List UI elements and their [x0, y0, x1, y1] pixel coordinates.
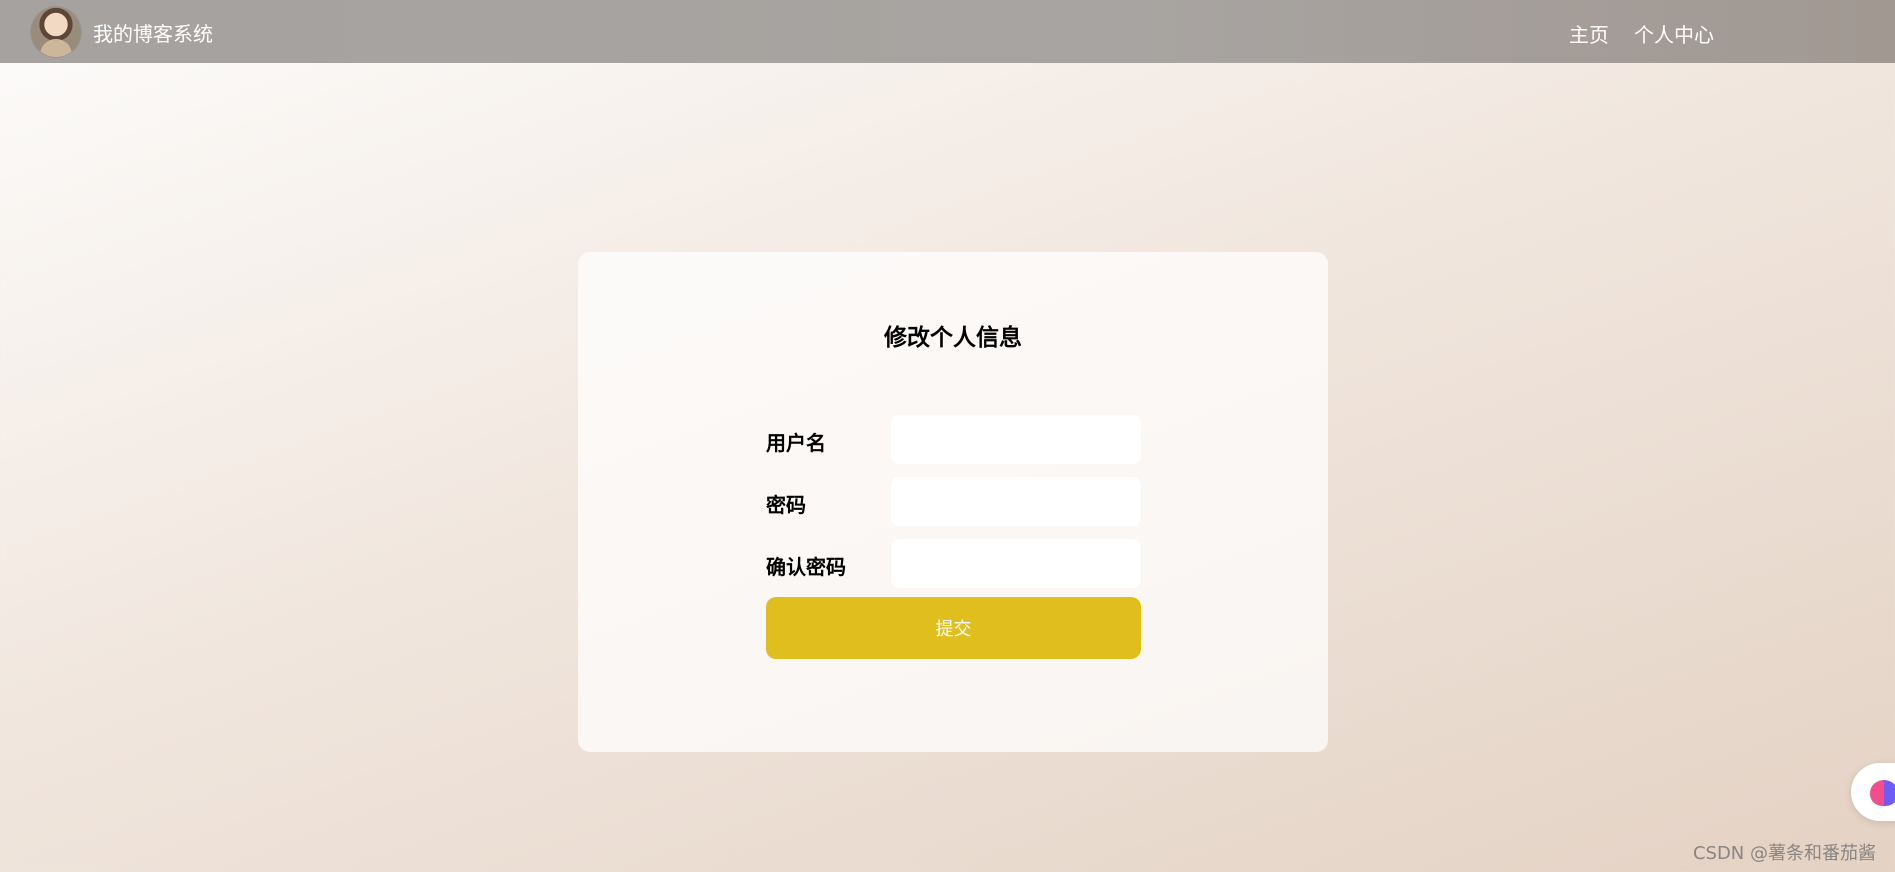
confirm-password-input[interactable] — [891, 539, 1141, 588]
brain-icon — [1870, 780, 1895, 806]
password-label: 密码 — [766, 493, 806, 517]
confirm-password-label: 确认密码 — [766, 555, 846, 579]
form-title: 修改个人信息 — [884, 325, 1022, 351]
csdn-watermark: CSDN @薯条和番茄酱 — [1692, 843, 1876, 864]
avatar[interactable] — [31, 7, 81, 57]
username-label: 用户名 — [766, 431, 826, 455]
nav-personal-center-link[interactable]: 个人中心 — [1634, 19, 1714, 48]
submit-button[interactable]: 提交 — [766, 597, 1141, 659]
floating-assistant-button[interactable] — [1851, 763, 1895, 821]
password-input[interactable] — [891, 477, 1141, 526]
edit-profile-card: 修改个人信息 用户名 密码 确认密码 提交 — [578, 252, 1328, 752]
top-navbar: 我的博客系统 主页 个人中心 — [0, 0, 1895, 63]
nav-home-link[interactable]: 主页 — [1569, 19, 1609, 48]
username-input[interactable] — [891, 415, 1141, 464]
site-title[interactable]: 我的博客系统 — [93, 18, 213, 47]
